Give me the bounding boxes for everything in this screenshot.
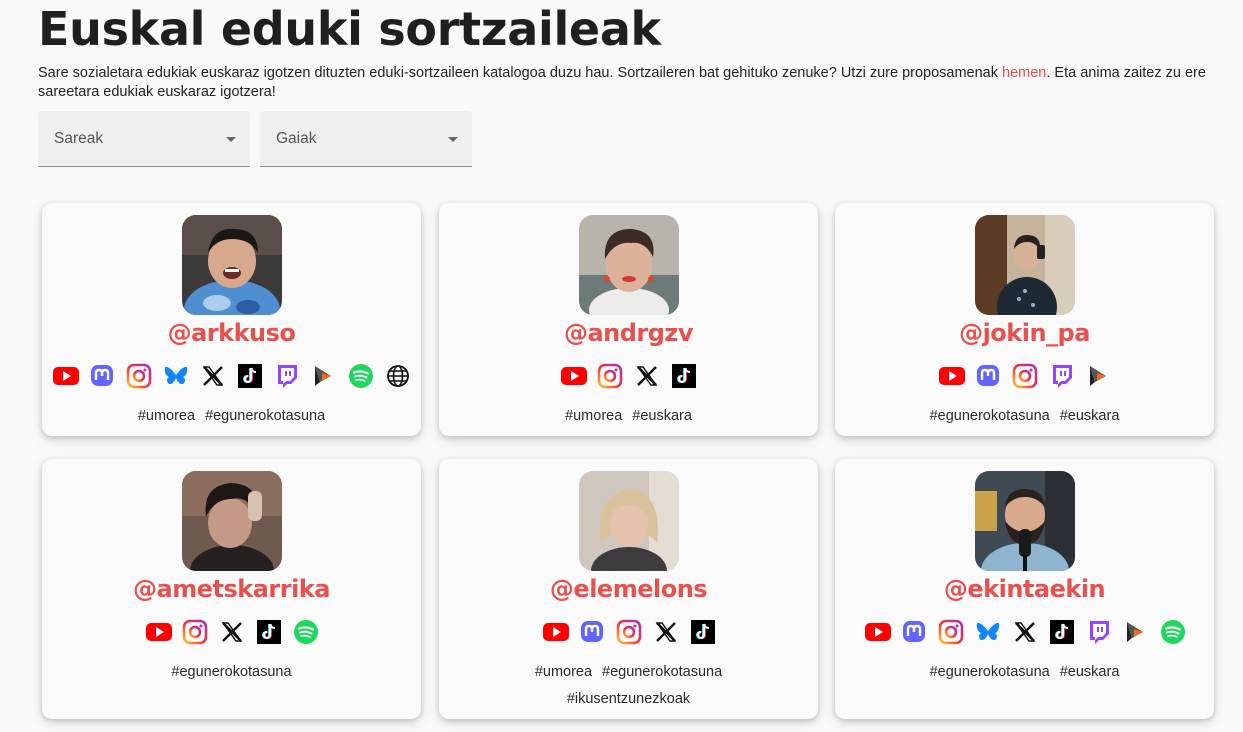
twitch-icon[interactable] — [1086, 619, 1112, 645]
creator-handle[interactable]: @arkkuso — [42, 319, 421, 347]
x-twitter-icon[interactable] — [1012, 619, 1038, 645]
avatar — [578, 471, 679, 571]
topic-tag[interactable]: #egunerokotasuna — [930, 664, 1050, 680]
avatar — [181, 471, 282, 571]
avatar — [974, 215, 1075, 315]
creator-card: @andrgzv #umorea #euskara — [439, 203, 818, 436]
topic-tags: #umorea #egunerokotasuna — [42, 403, 421, 430]
creator-handle[interactable]: @elemelons — [439, 575, 818, 603]
instagram-icon[interactable] — [597, 363, 623, 389]
youtube-icon[interactable] — [542, 619, 569, 645]
bluesky-icon[interactable] — [975, 619, 1001, 645]
creator-card: @elemelons #umorea #egunerokotasuna #ikusen… — [439, 459, 818, 719]
youtube-icon[interactable] — [52, 363, 79, 389]
tiktok-icon[interactable] — [256, 619, 282, 645]
x-twitter-icon[interactable] — [219, 619, 245, 645]
topic-tag[interactable]: #egunerokotasuna — [171, 664, 291, 680]
tiktok-icon[interactable] — [237, 363, 263, 389]
topic-tag[interactable]: #umorea — [138, 408, 195, 424]
youtube-icon[interactable] — [864, 619, 891, 645]
x-twitter-icon[interactable] — [634, 363, 660, 389]
youtube-icon[interactable] — [560, 363, 587, 389]
intro-text-before: Sare sozialetara edukiak euskaraz igotze… — [38, 65, 1003, 81]
creator-handle[interactable]: @ametskarrika — [42, 575, 421, 603]
topic-tags: #egunerokotasuna #euskara — [835, 403, 1214, 430]
social-links — [835, 363, 1214, 389]
social-links — [439, 363, 818, 389]
topic-tag[interactable]: #umorea — [565, 408, 622, 424]
topic-tag[interactable]: #euskara — [632, 408, 692, 424]
tiktok-icon[interactable] — [671, 363, 697, 389]
mastodon-icon[interactable] — [89, 363, 115, 389]
creator-card: @jokin_pa #egunerokotasuna #euskara — [835, 203, 1214, 436]
creator-handle[interactable]: @ekintaekin — [835, 575, 1214, 603]
creator-card: @arkkuso #umorea #egunerokotasuna — [42, 203, 421, 436]
primeran-icon[interactable] — [1123, 619, 1149, 645]
instagram-icon[interactable] — [938, 619, 964, 645]
globe-icon[interactable] — [385, 363, 411, 389]
topic-tag[interactable]: #euskara — [1060, 664, 1120, 680]
dropdown-arrow-icon — [226, 137, 236, 142]
social-links — [439, 619, 818, 645]
bluesky-icon[interactable] — [163, 363, 189, 389]
topic-tags: #umorea #egunerokotasuna #ikusentzunezkoak — [439, 659, 818, 713]
dropdown-arrow-icon — [448, 137, 458, 142]
instagram-icon[interactable] — [182, 619, 208, 645]
social-links — [42, 619, 421, 645]
mastodon-icon[interactable] — [975, 363, 1001, 389]
twitch-icon[interactable] — [274, 363, 300, 389]
networks-filter-select[interactable]: Sareak — [38, 111, 250, 167]
tiktok-icon[interactable] — [1049, 619, 1075, 645]
topics-filter-select[interactable]: Gaiak — [260, 111, 472, 167]
spotify-icon[interactable] — [1160, 619, 1186, 645]
creator-handle[interactable]: @jokin_pa — [835, 319, 1214, 347]
tiktok-icon[interactable] — [690, 619, 716, 645]
topic-tags: #egunerokotasuna — [42, 659, 421, 686]
instagram-icon[interactable] — [126, 363, 152, 389]
avatar — [181, 215, 282, 315]
x-twitter-icon[interactable] — [653, 619, 679, 645]
proposals-link[interactable]: hemen — [1002, 65, 1046, 81]
mastodon-icon[interactable] — [901, 619, 927, 645]
creator-card: @ekintaekin #egunerokotasuna #euskara — [835, 459, 1214, 719]
primeran-icon[interactable] — [1086, 363, 1112, 389]
topic-tag[interactable]: #umorea — [535, 664, 592, 680]
instagram-icon[interactable] — [1012, 363, 1038, 389]
twitch-icon[interactable] — [1049, 363, 1075, 389]
spotify-icon[interactable] — [293, 619, 319, 645]
youtube-icon[interactable] — [145, 619, 172, 645]
topic-tag[interactable]: #euskara — [1060, 408, 1120, 424]
primeran-icon[interactable] — [311, 363, 337, 389]
intro-text: Sare sozialetara edukiak euskaraz igotze… — [38, 64, 1208, 102]
page-title: Euskal eduki sortzaileak — [38, 2, 661, 56]
topic-tag[interactable]: #egunerokotasuna — [205, 408, 325, 424]
topic-tags: #egunerokotasuna #euskara — [835, 659, 1214, 686]
networks-filter-label: Sareak — [54, 130, 104, 147]
instagram-icon[interactable] — [616, 619, 642, 645]
topic-tag[interactable]: #egunerokotasuna — [930, 408, 1050, 424]
spotify-icon[interactable] — [348, 363, 374, 389]
mastodon-icon[interactable] — [579, 619, 605, 645]
topic-tag[interactable]: #egunerokotasuna — [602, 664, 722, 680]
creator-handle[interactable]: @andrgzv — [439, 319, 818, 347]
avatar — [974, 471, 1075, 571]
avatar — [578, 215, 679, 315]
x-twitter-icon[interactable] — [200, 363, 226, 389]
topic-tag[interactable]: #ikusentzunezkoak — [567, 691, 690, 707]
creator-card: @ametskarrika #egunerokotasuna — [42, 459, 421, 719]
social-links — [835, 619, 1214, 645]
youtube-icon[interactable] — [938, 363, 965, 389]
topic-tags: #umorea #euskara — [439, 403, 818, 430]
social-links — [42, 363, 421, 389]
topics-filter-label: Gaiak — [276, 130, 317, 147]
